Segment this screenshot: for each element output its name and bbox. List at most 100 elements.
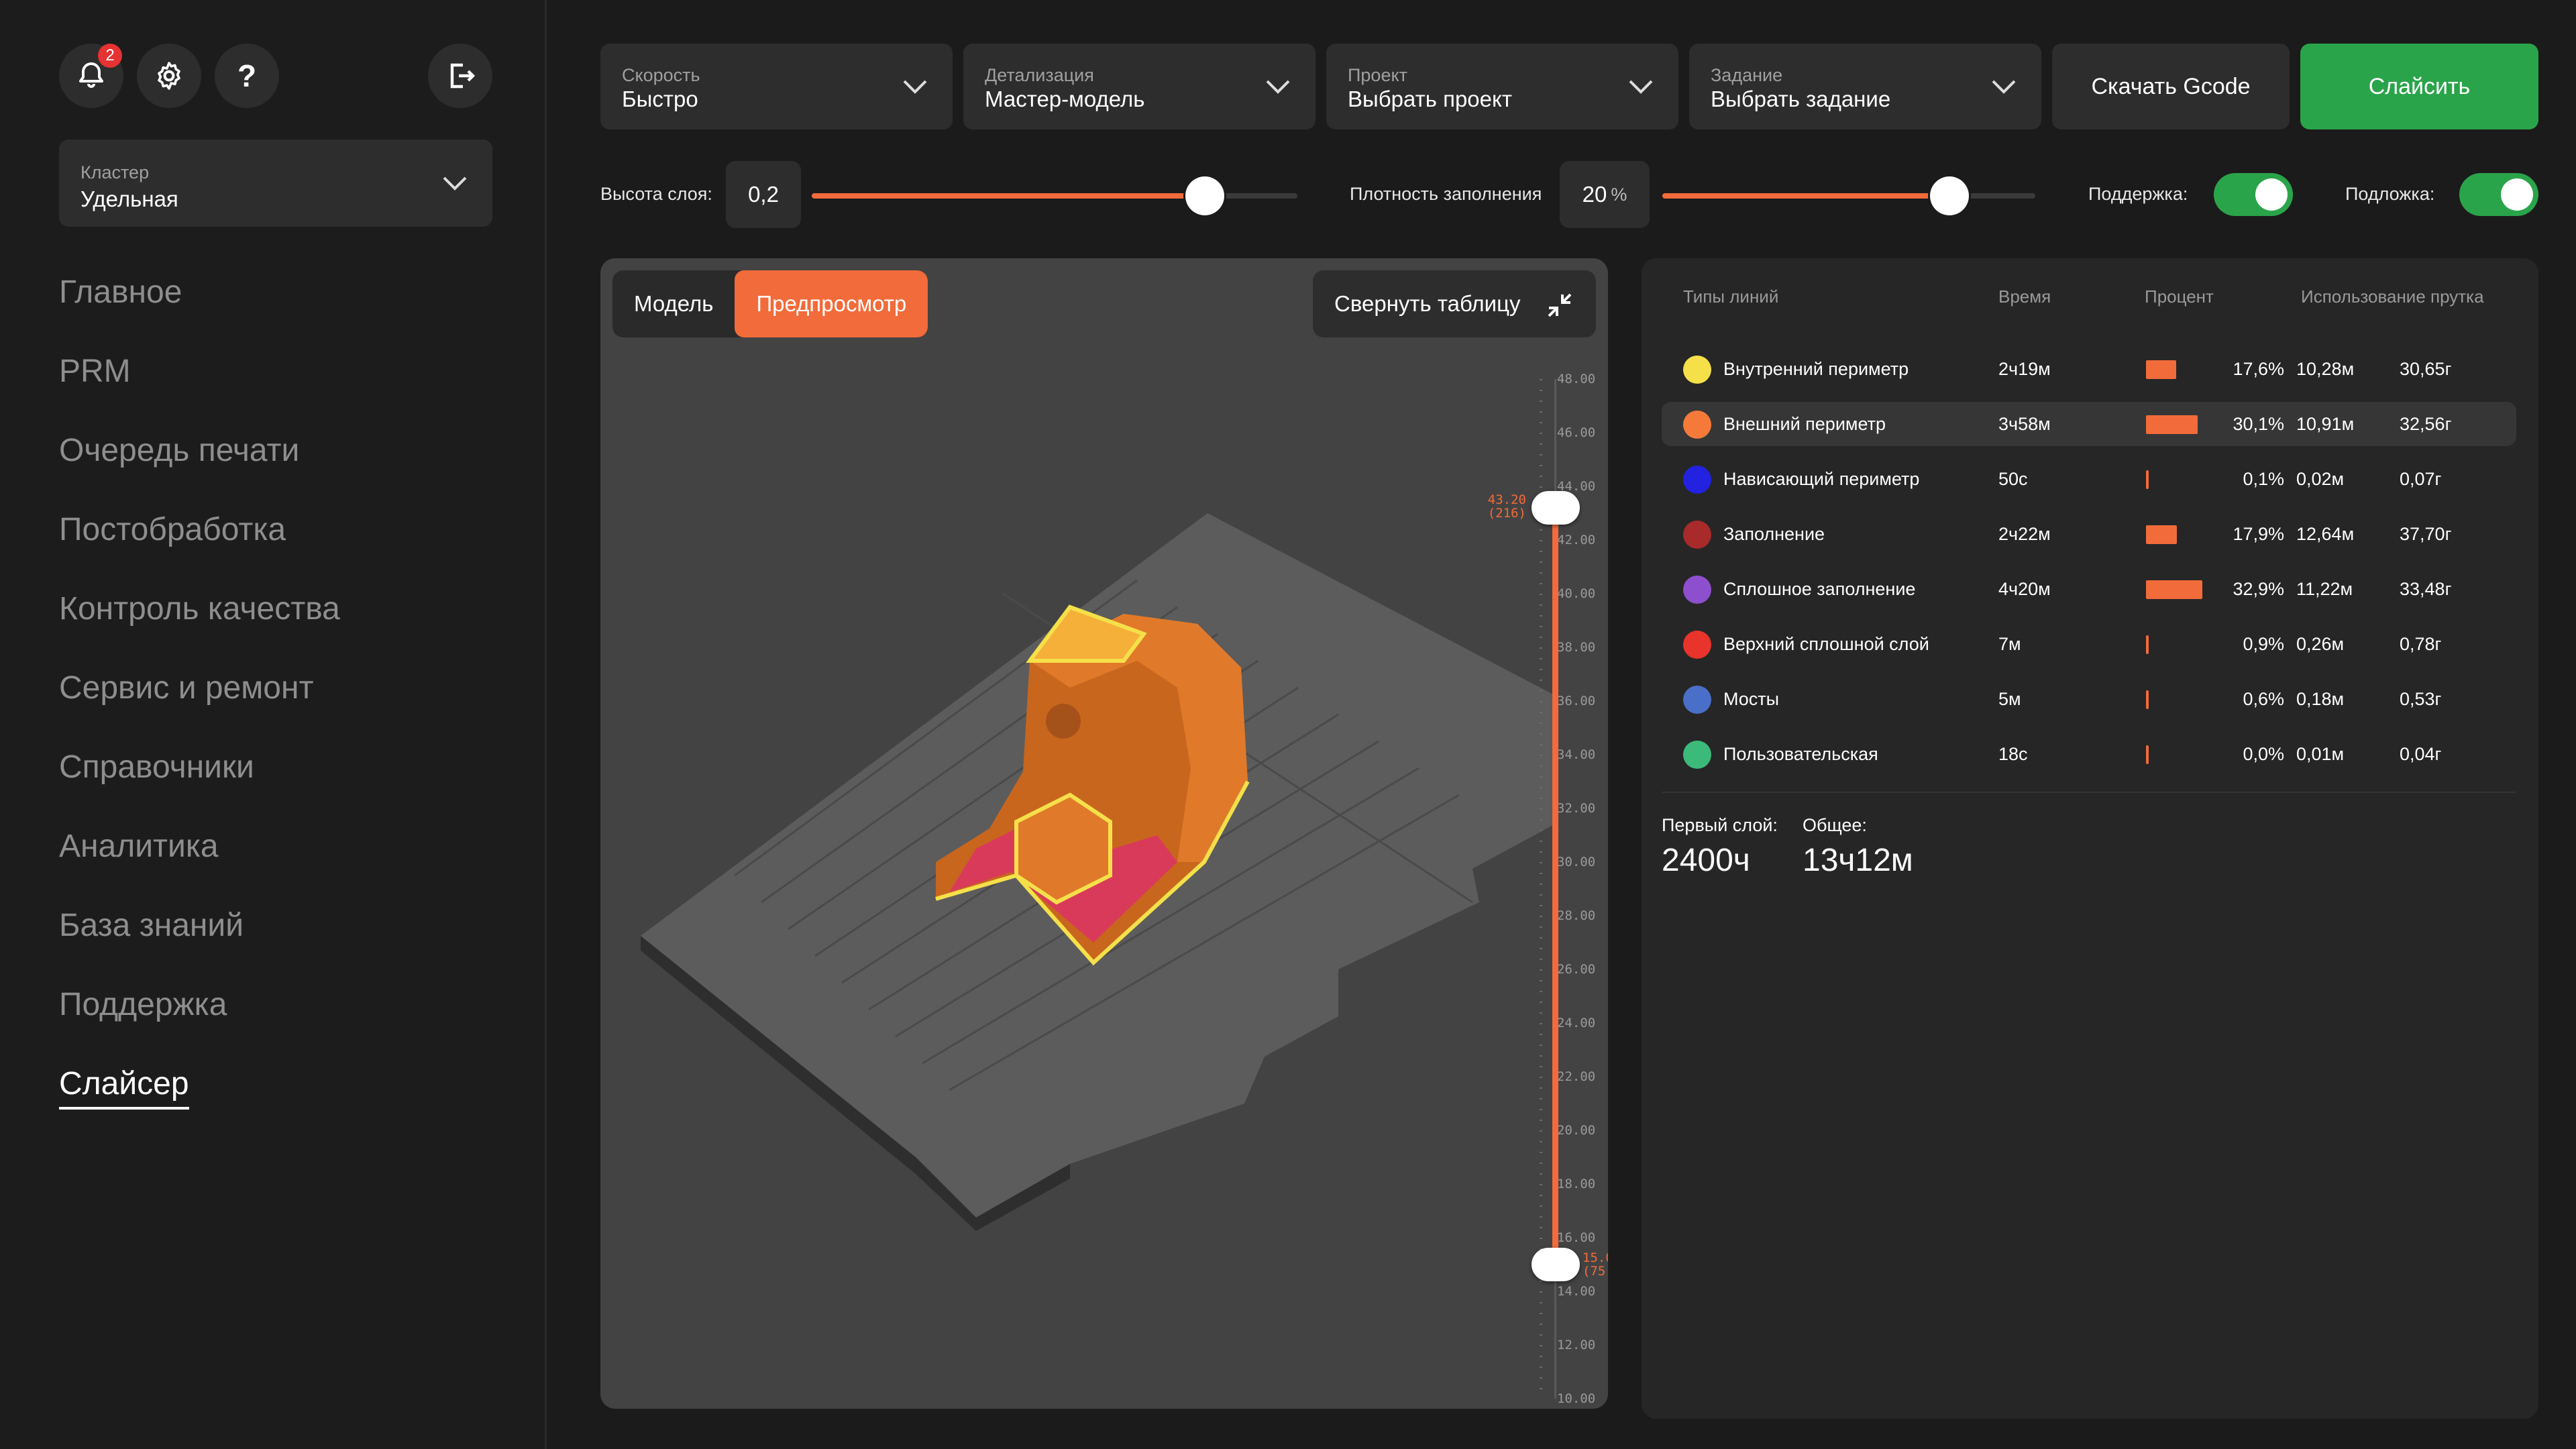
line-type-name: Заполнение [1723, 524, 1825, 544]
tab-model[interactable]: Модель [612, 270, 735, 337]
support-toggle[interactable] [2214, 173, 2293, 216]
table-row[interactable]: Сплошное заполнение 4ч20м 32,9% 11,22м 33,48… [1662, 567, 2516, 611]
infill-value: 20 [1582, 182, 1607, 207]
line-percent: 0,9% [2243, 634, 2284, 654]
ruler-tick-label: 48.00 [1557, 372, 1596, 386]
table-row[interactable]: Внешний периметр 3ч58м 30,1% 10,91м 32,56г [1662, 402, 2516, 446]
settings-button[interactable] [137, 44, 201, 108]
table-row[interactable]: Пользовательская 18с 0,0% 0,01м 0,04г [1662, 732, 2516, 776]
notification-badge: 2 [98, 44, 122, 68]
ruler-tick-label: 38.00 [1557, 640, 1596, 655]
model-viewer[interactable]: Модель Предпросмотр Свернуть таблицу 48.0… [600, 258, 1608, 1409]
table-row[interactable]: Верхний сплошной слой 7м 0,9% 0,26м 0,78г [1662, 622, 2516, 666]
infill-slider[interactable] [1662, 176, 2035, 216]
task-select[interactable]: Задание Выбрать задание [1689, 44, 2041, 129]
filament-length: 11,22м [2296, 579, 2353, 599]
nav-item[interactable]: Аналитика [59, 822, 340, 902]
project-label: Проект [1348, 65, 1407, 85]
percent-bar [2146, 360, 2176, 379]
nav-item[interactable]: Слайсер [59, 1060, 340, 1139]
nav-item[interactable]: Сервис и ремонт [59, 664, 340, 743]
notifications-button[interactable]: 2 [59, 44, 123, 108]
chevron-down-icon [1992, 80, 2016, 94]
filament-weight: 0,04г [2400, 744, 2442, 764]
nav-item[interactable]: Поддержка [59, 981, 340, 1060]
line-percent: 0,6% [2243, 689, 2284, 709]
detail-select[interactable]: Детализация Мастер-модель [963, 44, 1316, 129]
nav-item[interactable]: Очередь печати [59, 427, 340, 506]
bottom-layer-handle[interactable] [1532, 1248, 1580, 1281]
layer-range-fill [1552, 508, 1558, 1265]
nav-item-label: Очередь печати [59, 433, 300, 468]
layer-height-input[interactable]: 0,2 [726, 161, 801, 228]
nav-item[interactable]: Справочники [59, 743, 340, 822]
line-type-name: Нависающий периметр [1723, 469, 1920, 489]
nav-item-label: Справочники [59, 749, 254, 785]
project-select[interactable]: Проект Выбрать проект [1326, 44, 1678, 129]
help-button[interactable]: ? [215, 44, 279, 108]
logout-icon [450, 63, 476, 89]
header-line-type: Типы линий [1683, 286, 1779, 307]
infill-input[interactable]: 20% [1560, 161, 1650, 228]
total-value: 13ч12м [1803, 843, 1913, 878]
filament-length: 0,01м [2296, 744, 2345, 764]
ruler-tick-label: 30.00 [1557, 855, 1596, 869]
line-time: 2ч22м [1998, 524, 2051, 544]
speed-label: Скорость [622, 65, 700, 85]
layer-height-slider[interactable] [812, 176, 1297, 216]
table-row[interactable]: Мосты 5м 0,6% 0,18м 0,53г [1662, 677, 2516, 721]
filament-weight: 30,65г [2400, 359, 2452, 379]
ruler-tick-label: 40.00 [1557, 586, 1596, 601]
nav-item[interactable]: Контроль качества [59, 585, 340, 664]
nav-item[interactable]: Главное [59, 268, 340, 347]
nav-item-label: Поддержка [59, 987, 227, 1022]
line-color-dot [1683, 411, 1711, 439]
top-layer-handle[interactable] [1532, 491, 1580, 525]
project-value: Выбрать проект [1348, 87, 1512, 111]
table-row[interactable]: Внутренний периметр 2ч19м 17,6% 10,28м 30,65… [1662, 347, 2516, 391]
download-gcode-button[interactable]: Скачать Gcode [2052, 44, 2290, 129]
logout-button[interactable] [428, 44, 492, 108]
slice-button[interactable]: Слайсить [2300, 44, 2538, 129]
filament-length: 0,02м [2296, 469, 2345, 489]
table-row[interactable]: Заполнение 2ч22м 17,9% 12,64м 37,70г [1662, 512, 2516, 556]
nav-item-label: Главное [59, 274, 182, 310]
top-layer-readout: 43.20 (216) [1486, 493, 1526, 520]
nav-item[interactable]: PRM [59, 347, 340, 427]
build-plate-preview[interactable] [600, 258, 1608, 1409]
line-color-dot [1683, 521, 1711, 549]
nav-item[interactable]: Постобработка [59, 506, 340, 585]
ruler-tick-label: 22.00 [1557, 1069, 1596, 1084]
line-percent: 17,6% [2233, 359, 2284, 379]
ruler-tick-label: 46.00 [1557, 425, 1596, 440]
nav-item-label: PRM [59, 354, 131, 389]
ruler-tick-label: 18.00 [1557, 1177, 1596, 1191]
filament-length: 0,18м [2296, 689, 2345, 709]
cluster-label: Кластер [80, 162, 150, 182]
line-time: 50с [1998, 469, 2028, 489]
line-time: 5м [1998, 689, 2021, 709]
collapse-table-button[interactable]: Свернуть таблицу [1313, 270, 1596, 337]
ruler-tick-label: 42.00 [1557, 533, 1596, 547]
slider-knob[interactable] [1185, 176, 1225, 215]
tab-preview[interactable]: Предпросмотр [735, 270, 928, 337]
first-layer-value: 2400ч [1662, 843, 1750, 878]
ruler-tick-label: 28.00 [1557, 908, 1596, 923]
line-types-table: Типы линий Время Процент Использование п… [1642, 258, 2538, 1419]
slider-knob[interactable] [1930, 176, 1970, 215]
filament-length: 10,28м [2296, 359, 2355, 379]
support-label: Поддержка: [2088, 184, 2188, 204]
line-percent: 0,0% [2243, 744, 2284, 764]
filament-weight: 0,78г [2400, 634, 2442, 654]
speed-select[interactable]: Скорость Быстро [600, 44, 953, 129]
line-percent: 0,1% [2243, 469, 2284, 489]
nav-item[interactable]: База знаний [59, 902, 340, 981]
raft-toggle[interactable] [2459, 173, 2538, 216]
detail-value: Мастер-модель [985, 87, 1145, 111]
table-row[interactable]: Нависающий периметр 50с 0,1% 0,02м 0,07г [1662, 457, 2516, 501]
question-icon: ? [237, 58, 257, 93]
cluster-select[interactable]: Кластер Удельная [59, 140, 492, 227]
ruler-tick-label: 20.00 [1557, 1123, 1596, 1138]
layer-range-slider[interactable]: 48.00 46.00 44.00 42.00 40.00 38.00 36.00 34.00… [1488, 366, 1608, 1406]
ruler-tick-label: 32.00 [1557, 801, 1596, 816]
